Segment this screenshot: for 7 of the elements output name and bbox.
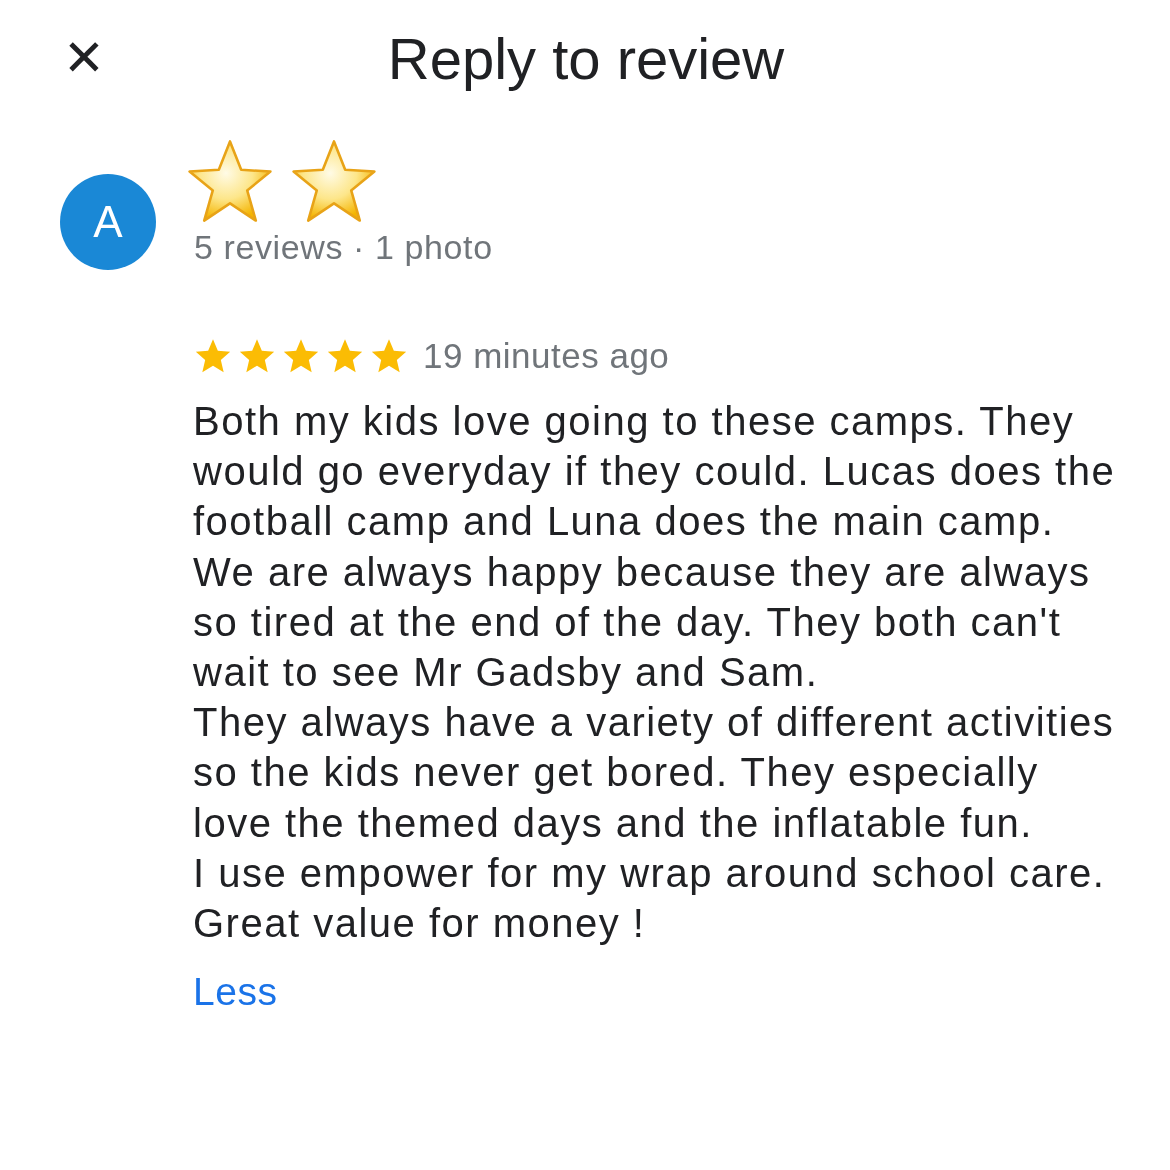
review-text: Both my kids love going to these camps. They would go everyday if they could. Lucas does the football camp and Luna does the main camp. We are always happy because they are always so tired at the end of the day. They both can't wait to see Mr Gadsby and Sam. They always have a variety of different activities so the kids never get bored. They especially love the themed days and the inflatable fun. I use empower for my wrap around school care. Great value for money ! bbox=[193, 398, 1117, 948]
less-link[interactable]: Less bbox=[193, 970, 278, 1015]
review-time: 19 minutes ago bbox=[423, 336, 670, 376]
avatar: A bbox=[60, 174, 156, 270]
close-button[interactable]: ✕ bbox=[52, 26, 116, 90]
reviewer-stats: 5 reviews · 1 photo bbox=[194, 227, 493, 267]
page-title: Reply to review bbox=[386, 24, 786, 92]
